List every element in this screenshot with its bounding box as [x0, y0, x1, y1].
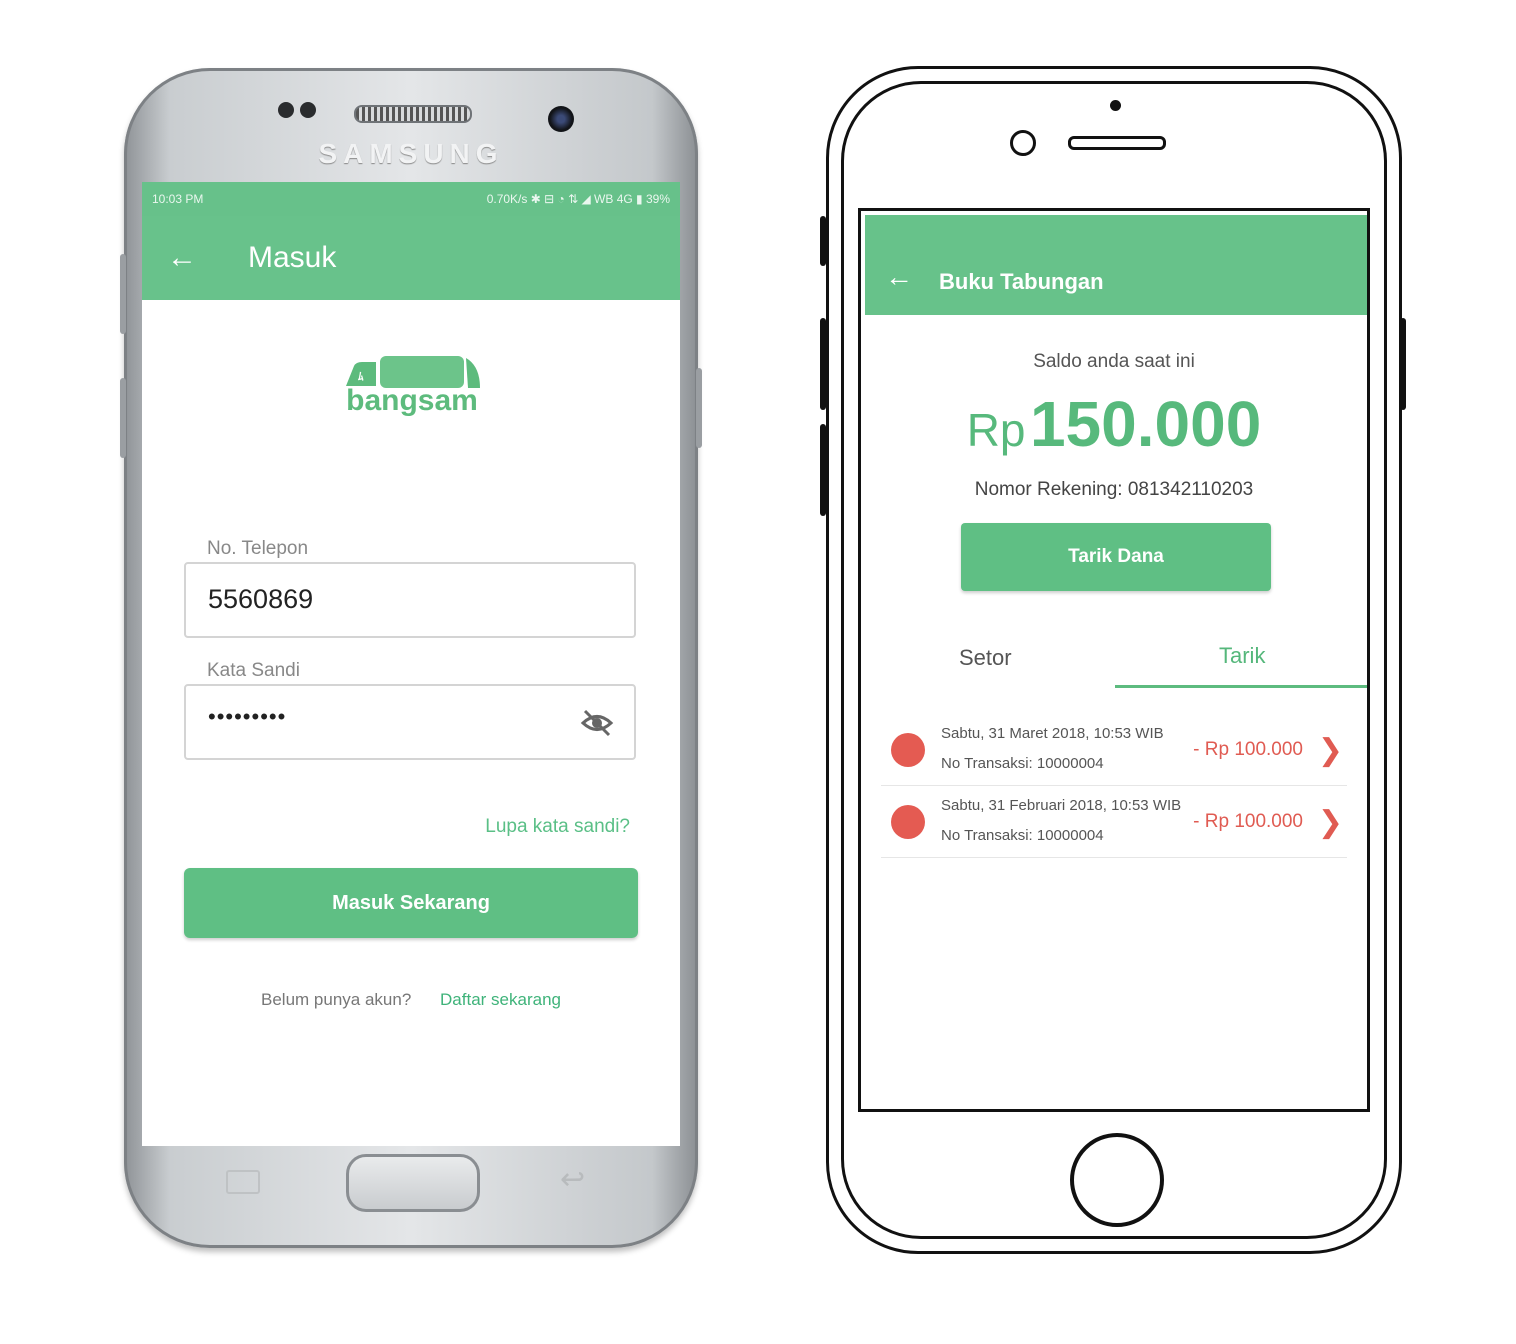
row-divider — [881, 785, 1347, 786]
login-button[interactable]: Masuk Sekarang — [184, 868, 638, 938]
transaction-amount: - Rp 100.000 — [1193, 811, 1303, 832]
phone-label: No. Telepon — [207, 538, 309, 559]
balance-label: Saldo anda saat ini — [1033, 351, 1195, 372]
samsung-phone-frame: SAMSUNG 10:03 PM 0.70K/s ✱ ⊟ ◔ ⇅ ◢ WB 4G… — [120, 68, 702, 1248]
page-title: Masuk — [248, 241, 337, 274]
login-screen: 10:03 PM 0.70K/s ✱ ⊟ ◔ ⇅ ◢ WB 4G ▮ 39% ←… — [142, 182, 680, 1146]
power-button — [696, 368, 702, 448]
volume-down-button — [820, 424, 826, 516]
proximity-sensor — [1110, 100, 1121, 111]
row-divider — [881, 857, 1347, 858]
status-indicators: 0.70K/s ✱ ⊟ ◔ ⇅ ◢ WB 4G ▮ 39% — [486, 192, 670, 206]
chevron-right-icon[interactable]: ❯ — [1318, 733, 1343, 768]
recent-apps-key[interactable] — [226, 1170, 260, 1194]
transaction-number: No Transaksi: 10000004 — [941, 755, 1104, 772]
app-bar: ← Buku Tabungan — [865, 215, 1367, 315]
register-link[interactable]: Daftar sekarang — [440, 990, 561, 1009]
phone-input[interactable]: 5560869 — [184, 562, 636, 638]
transaction-date: Sabtu, 31 Maret 2018, 10:53 WIB — [941, 725, 1164, 742]
register-prompt: Belum punya akun? Daftar sekarang — [142, 990, 680, 1010]
front-camera — [548, 106, 574, 132]
back-arrow-icon[interactable]: ← — [142, 241, 222, 275]
brand-label: SAMSUNG — [318, 138, 504, 169]
status-time: 10:03 PM — [152, 192, 204, 206]
home-button[interactable] — [346, 1154, 480, 1212]
password-input[interactable]: ••••••••• — [184, 684, 636, 760]
svg-text:ﾑ: ﾑ — [358, 371, 364, 383]
front-camera — [1010, 130, 1036, 156]
chevron-right-icon[interactable]: ❯ — [1318, 805, 1343, 840]
page-title: Buku Tabungan — [939, 269, 1104, 294]
balance-value: 150.000 — [1029, 388, 1262, 460]
mute-switch — [820, 216, 826, 266]
sensor-dots — [278, 102, 322, 123]
transaction-amount: - Rp 100.000 — [1193, 739, 1303, 760]
app-bar: ← Masuk — [142, 216, 680, 300]
transaction-date: Sabtu, 31 Februari 2018, 10:53 WIB — [941, 797, 1182, 814]
volume-button — [120, 254, 126, 334]
savings-book-screen: ← Buku Tabungan Saldo anda saat ini Rp 1… — [858, 208, 1370, 1112]
transaction-number: No Transaksi: 10000004 — [941, 827, 1104, 844]
status-bar: 10:03 PM 0.70K/s ✱ ⊟ ◔ ⇅ ◢ WB 4G ▮ 39% — [142, 182, 680, 216]
password-value: ••••••••• — [208, 704, 287, 729]
back-arrow-icon[interactable]: ← — [885, 261, 913, 293]
volume-up-button — [820, 318, 826, 410]
forgot-password-link[interactable]: Lupa kata sandi? — [485, 816, 630, 838]
earpiece-speaker — [1068, 136, 1166, 150]
logo-text: bangsam — [346, 384, 478, 417]
home-button[interactable] — [1070, 1133, 1164, 1227]
password-label: Kata Sandi — [207, 660, 300, 681]
tab-tarik[interactable]: Tarik — [1219, 643, 1265, 669]
no-account-text: Belum punya akun? — [261, 990, 412, 1009]
withdraw-button[interactable]: Tarik Dana — [961, 523, 1271, 591]
eye-off-icon[interactable] — [580, 706, 614, 740]
volume-button — [120, 378, 126, 458]
power-button — [1400, 318, 1406, 410]
phone-value: 5560869 — [208, 584, 314, 614]
earpiece-speaker — [354, 105, 472, 123]
balance-currency: Rp — [966, 404, 1026, 456]
balance-amount: Rp 150.000 — [861, 387, 1367, 461]
withdraw-status-dot — [891, 805, 925, 839]
back-key-icon[interactable]: ↩ — [560, 1162, 585, 1197]
active-tab-indicator — [1115, 685, 1367, 688]
tab-setor[interactable]: Setor — [959, 645, 1012, 671]
hardware-nav-bar: ↩ — [124, 1128, 698, 1248]
withdraw-status-dot — [891, 733, 925, 767]
app-logo: ﾑ bangsam — [332, 348, 492, 428]
account-number: Nomor Rekening: 081342110203 — [974, 479, 1254, 500]
